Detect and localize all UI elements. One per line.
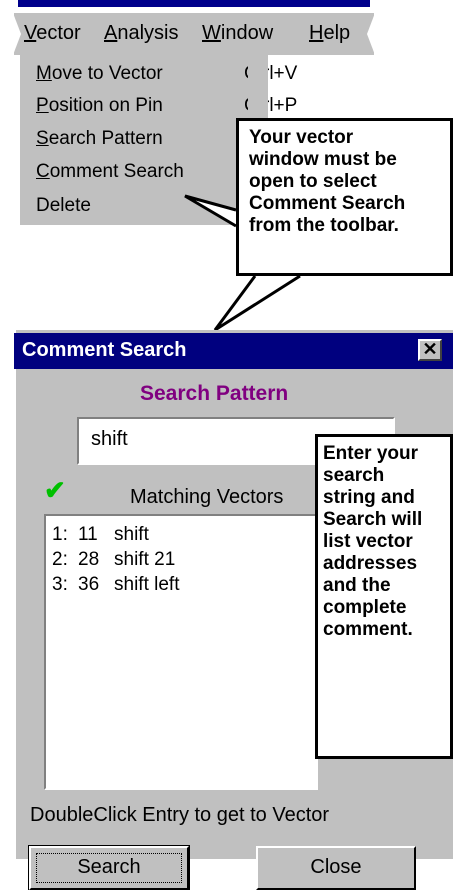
- close-button[interactable]: Close: [256, 846, 416, 890]
- checkmark-icon: ✔: [44, 475, 66, 505]
- search-callout-line: and the: [323, 575, 391, 596]
- result-index: 2:: [52, 549, 68, 570]
- search-callout: Enter your search string and Search will…: [315, 434, 453, 759]
- search-callout-line: Enter your: [323, 443, 419, 464]
- top-callout-line: Your vector: [249, 127, 354, 148]
- result-address: 28: [78, 549, 100, 570]
- top-callout-line: Comment Search: [249, 193, 406, 214]
- search-callout-line: list vector: [323, 531, 413, 552]
- top-callout-line: open to select: [249, 171, 377, 192]
- close-icon[interactable]: ✕: [418, 339, 442, 361]
- search-pattern-heading: Search Pattern: [140, 382, 289, 405]
- result-comment: shift: [114, 524, 149, 545]
- search-callout-line: comment.: [323, 619, 413, 640]
- results-list[interactable]: 1: 11 shift 2: 28 shift 21 3: 36 shift left: [44, 514, 318, 790]
- search-callout-line: Search will: [323, 509, 423, 530]
- top-callout: Your vector window must be open to selec…: [236, 118, 453, 276]
- result-address: 36: [78, 574, 100, 595]
- list-item[interactable]: 1: 11 shift: [52, 524, 149, 546]
- result-index: 1:: [52, 524, 68, 545]
- search-callout-line: addresses: [323, 553, 418, 574]
- search-callout-line: search: [323, 465, 385, 486]
- dialog-titlebar[interactable]: Comment Search ✕: [14, 333, 453, 369]
- top-callout-line: window must be: [249, 149, 397, 170]
- matching-vectors-label: Matching Vectors: [130, 486, 284, 508]
- dialog-callout-pointer: [213, 274, 301, 332]
- dialog-title: Comment Search: [22, 339, 187, 361]
- top-callout-pointer: [184, 194, 237, 228]
- list-item[interactable]: 3: 36 shift left: [52, 574, 179, 596]
- double-click-hint: DoubleClick Entry to get to Vector: [30, 804, 330, 826]
- close-button-label: Close: [310, 856, 362, 878]
- result-comment: shift 21: [114, 549, 176, 570]
- result-address: 11: [78, 524, 98, 545]
- focus-rect: [36, 853, 182, 883]
- search-button[interactable]: Search: [28, 845, 190, 890]
- search-callout-line: complete: [323, 597, 407, 618]
- result-comment: shift left: [114, 574, 180, 595]
- result-index: 3:: [52, 574, 68, 595]
- list-item[interactable]: 2: 28 shift 21: [52, 549, 175, 571]
- search-callout-line: string and: [323, 487, 415, 508]
- top-callout-line: from the toolbar.: [249, 215, 399, 236]
